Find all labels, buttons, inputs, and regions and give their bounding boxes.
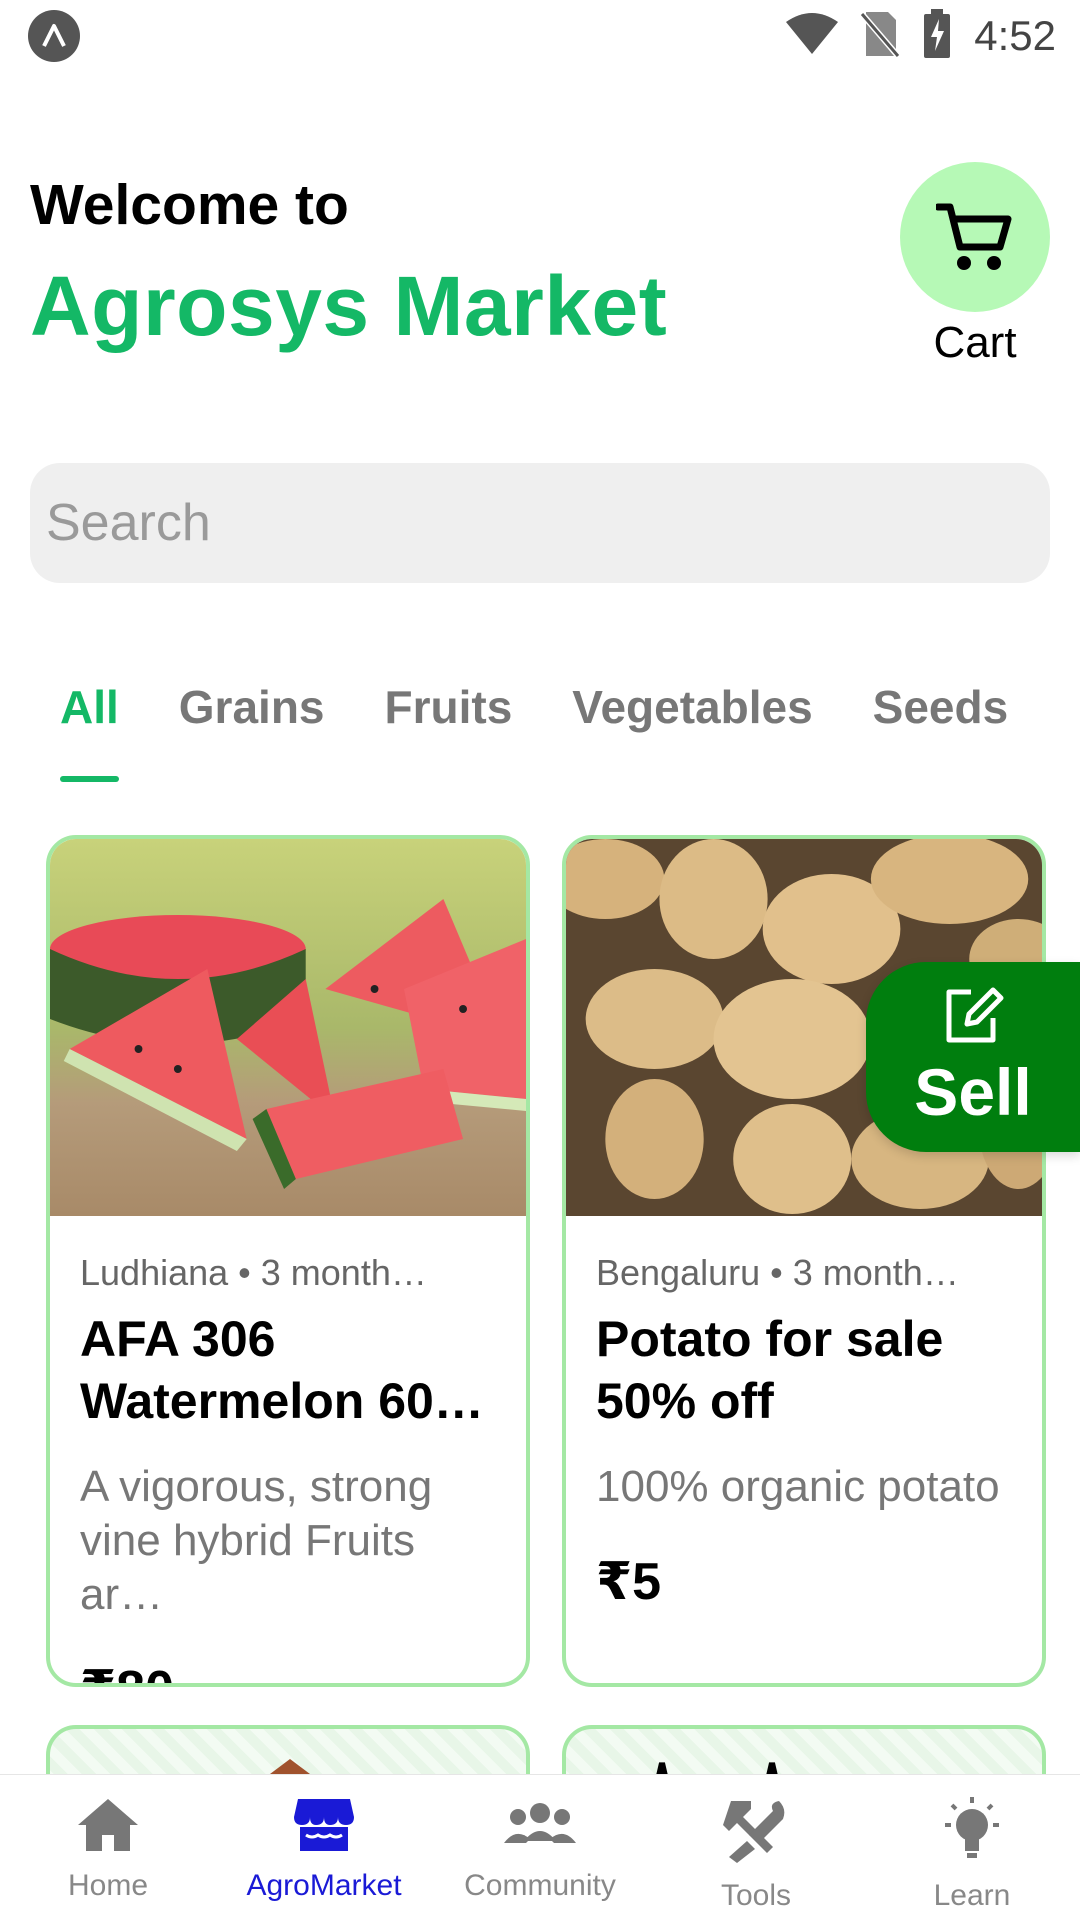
edit-icon <box>946 987 1004 1043</box>
bottom-nav: Home AgroMarket Community Tools Learn <box>0 1774 1080 1920</box>
app-notification-icon <box>28 10 80 62</box>
tab-all[interactable]: All <box>30 680 149 782</box>
category-tabs: All Grains Fruits Vegetables Seeds <box>30 680 1039 782</box>
product-price: ₹80 <box>80 1660 496 1683</box>
product-image-watermelon <box>50 839 526 1216</box>
tools-icon <box>723 1801 785 1863</box>
nav-home[interactable]: Home <box>0 1775 216 1920</box>
nav-agromarket[interactable]: AgroMarket <box>216 1775 432 1920</box>
lightbulb-icon <box>945 1797 999 1858</box>
nav-tools[interactable]: Tools <box>648 1775 864 1920</box>
no-sim-icon <box>859 10 901 63</box>
community-icon <box>504 1803 576 1843</box>
cart-icon <box>936 203 1012 270</box>
store-icon <box>294 1799 354 1851</box>
search-input[interactable] <box>30 463 1050 583</box>
nav-label: Community <box>464 1869 616 1902</box>
nav-label: Tools <box>720 1879 792 1912</box>
screen: 4:52 Welcome to Agrosys Market Cart All … <box>0 0 1080 1920</box>
product-title: Potato for sale 50% off <box>596 1311 944 1429</box>
product-time: 3 month… <box>260 1252 427 1293</box>
status-time: 4:52 <box>974 12 1056 59</box>
tab-fruits[interactable]: Fruits <box>355 680 543 760</box>
nav-learn[interactable]: Learn <box>864 1775 1080 1920</box>
battery-charging-icon <box>922 8 952 64</box>
product-title: AFA 306 Watermelon 60… <box>80 1311 484 1429</box>
sell-button[interactable]: Sell <box>866 962 1080 1152</box>
product-description: A vigorous, strong vine hybrid Fruits ar… <box>80 1462 433 1619</box>
cart-button[interactable] <box>900 162 1050 312</box>
nav-label: Home <box>67 1869 149 1902</box>
product-card[interactable]: Ludhiana • 3 month… AFA 306 Watermelon 60…… <box>46 835 530 1687</box>
product-meta: Bengaluru • 3 month… <box>596 1252 959 1293</box>
product-time: 3 month… <box>792 1252 959 1293</box>
home-icon <box>78 1799 138 1851</box>
nav-label: AgroMarket <box>246 1869 402 1902</box>
tab-seeds[interactable]: Seeds <box>843 680 1039 760</box>
product-price: ₹5 <box>596 1553 662 1611</box>
tab-grains[interactable]: Grains <box>149 680 355 760</box>
page-title: Agrosys Market <box>30 259 668 353</box>
product-meta: Ludhiana • 3 month… <box>80 1252 427 1293</box>
tab-vegetables[interactable]: Vegetables <box>542 680 842 760</box>
product-location: Ludhiana <box>80 1252 229 1293</box>
nav-label: Learn <box>933 1879 1011 1912</box>
nav-community[interactable]: Community <box>432 1775 648 1920</box>
wifi-icon <box>786 12 839 61</box>
cart-label[interactable]: Cart <box>900 318 1050 368</box>
status-bar: 4:52 <box>0 0 1080 72</box>
product-description: 100% organic potato <box>596 1462 1000 1511</box>
product-location: Bengaluru <box>596 1252 761 1293</box>
sell-label: Sell <box>914 1055 1032 1129</box>
welcome-text: Welcome to <box>30 173 349 237</box>
